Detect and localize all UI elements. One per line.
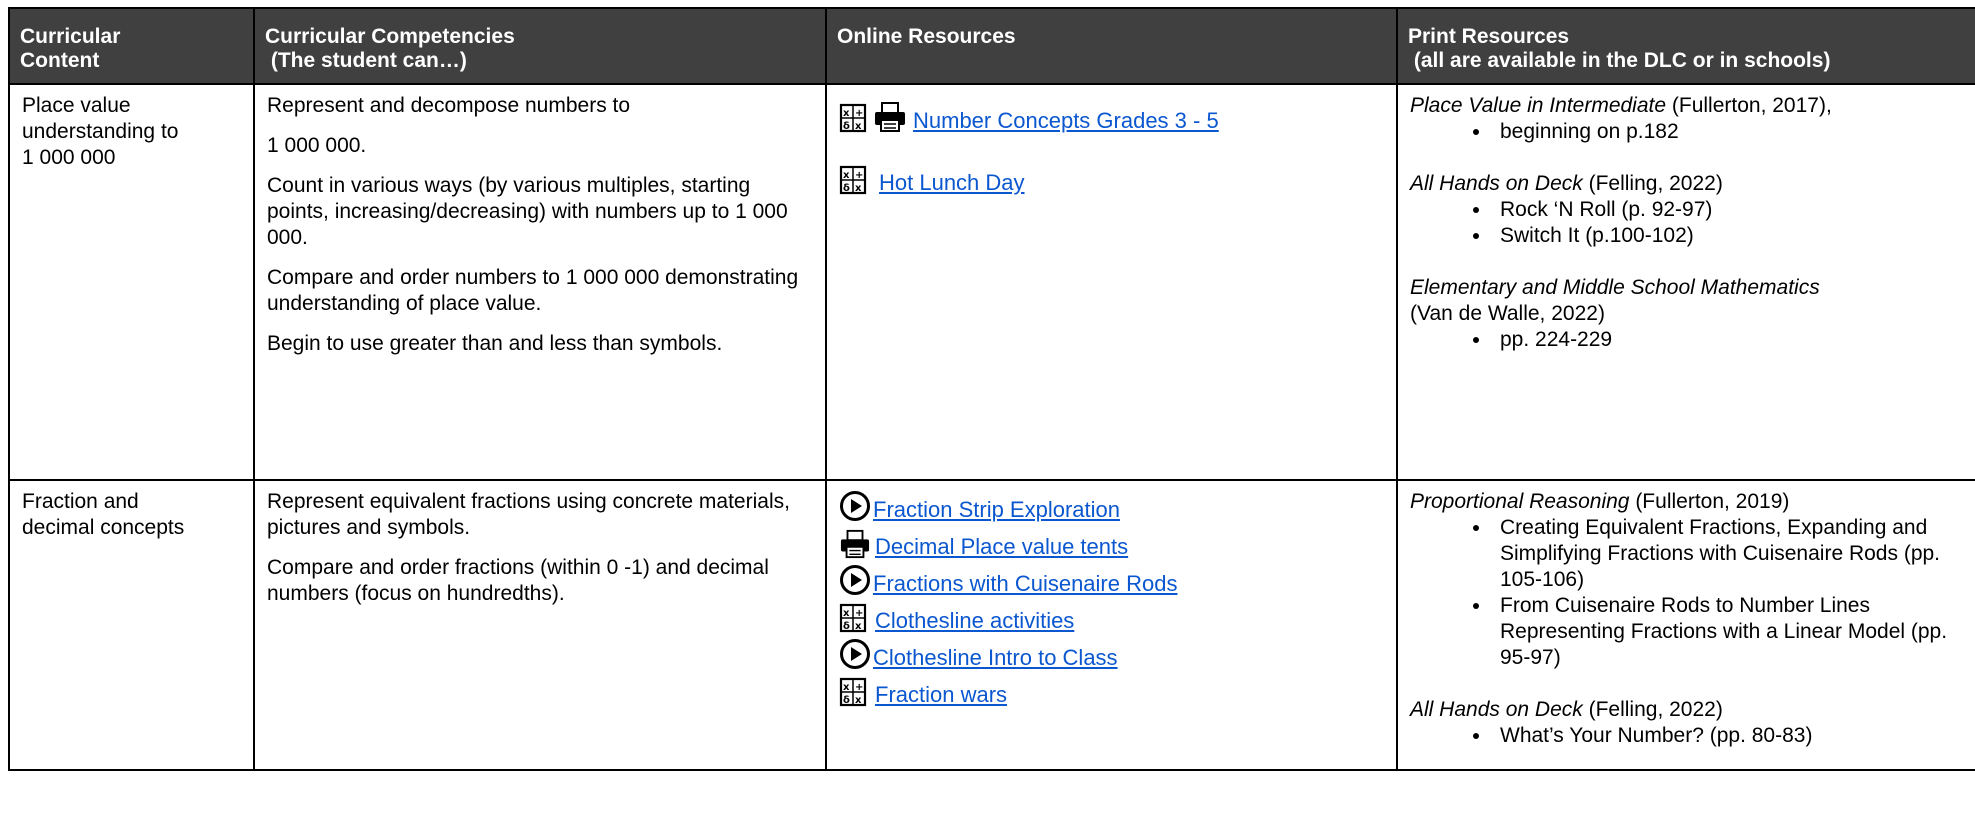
table-row: Fraction and decimal concepts Represent …	[8, 479, 1975, 771]
svg-text:x: x	[843, 682, 850, 693]
competencies-cell: Represent and decompose numbers to 1 000…	[253, 83, 827, 481]
competency-text: 1 000 000.	[267, 134, 367, 157]
competencies-cell: Represent equivalent fractions using con…	[253, 479, 827, 771]
play-video-icon	[840, 639, 870, 669]
header-curricular-competencies: Curricular Competencies (The student can…	[253, 7, 827, 85]
print-resource: Proportional Reasoning (Fullerton, 2019)…	[1410, 489, 1965, 671]
svg-text:+: +	[855, 682, 863, 693]
svg-text:δ: δ	[843, 621, 850, 632]
header-row: Curricular Content Curricular Competenci…	[8, 7, 1975, 85]
book-title: All Hands on Deck	[1410, 172, 1583, 195]
svg-text:δ: δ	[843, 695, 850, 706]
content-cell: Fraction and decimal concepts	[8, 479, 255, 771]
resource-link-decimal-tents[interactable]: Decimal Place value tents	[875, 535, 1128, 559]
book-citation: (Van de Walle, 2022)	[1410, 302, 1605, 325]
resource-item: x + δ x Clothesline activities	[839, 600, 1386, 633]
svg-text:δ: δ	[843, 121, 850, 132]
print-resource: Elementary and Middle School Mathematics…	[1410, 275, 1965, 353]
svg-text:+: +	[855, 608, 863, 619]
print-resource: All Hands on Deck (Felling, 2022) Rock ‘…	[1410, 171, 1965, 249]
book-title: Elementary and Middle School Mathematics	[1410, 276, 1820, 299]
curriculum-table: Curricular Content Curricular Competenci…	[8, 7, 1975, 771]
play-video-icon	[840, 491, 870, 521]
resource-link-fraction-strip[interactable]: Fraction Strip Exploration	[873, 498, 1120, 522]
online-resources-cell: x + δ x Number Concepts Grades 3 - 5 x +…	[825, 83, 1398, 481]
online-resources-cell: Fraction Strip Exploration Decimal Place…	[825, 479, 1398, 771]
table-row: Place value understanding to 1 000 000 R…	[8, 83, 1975, 481]
list-item: Creating Equivalent Fractions, Expanding…	[1492, 515, 1965, 593]
book-title: All Hands on Deck	[1410, 698, 1583, 721]
print-resource: All Hands on Deck (Felling, 2022) What’s…	[1410, 697, 1965, 749]
list-item: What’s Your Number? (pp. 80-83)	[1492, 723, 1965, 749]
svg-text:x: x	[855, 121, 862, 132]
math-activity-icon: x + δ x	[839, 677, 867, 707]
resource-link-fraction-wars[interactable]: Fraction wars	[875, 683, 1007, 707]
print-resource: Place Value in Intermediate (Fullerton, …	[1410, 93, 1965, 145]
resource-link-cuisenaire-rods[interactable]: Fractions with Cuisenaire Rods	[873, 572, 1177, 596]
book-citation: (Felling, 2022)	[1582, 172, 1723, 195]
competency-text: Compare and order numbers to 1 000 000 d…	[267, 266, 799, 315]
svg-text:x: x	[843, 170, 850, 181]
resource-item: x + δ x Number Concepts Grades 3 - 5	[839, 97, 1386, 133]
svg-text:x: x	[855, 695, 862, 706]
svg-text:+: +	[855, 108, 863, 119]
competency-text: Represent equivalent fractions using con…	[267, 490, 790, 539]
print-resources-cell: Proportional Reasoning (Fullerton, 2019)…	[1396, 479, 1975, 771]
header-online-resources: Online Resources	[825, 7, 1398, 85]
svg-text:+: +	[855, 170, 863, 181]
math-activity-icon: x + δ x	[839, 165, 867, 195]
print-resources-cell: Place Value in Intermediate (Fullerton, …	[1396, 83, 1975, 481]
competency-text: Begin to use greater than and less than …	[267, 332, 723, 355]
math-activity-icon: x + δ x	[839, 603, 867, 633]
header-curricular-content: Curricular Content	[8, 7, 255, 85]
resource-item: Fraction Strip Exploration	[839, 489, 1386, 522]
book-title: Place Value in Intermediate	[1410, 94, 1667, 117]
list-item: pp. 224-229	[1492, 327, 1965, 353]
svg-text:x: x	[843, 608, 850, 619]
book-citation: (Fullerton, 2019)	[1629, 490, 1790, 513]
content-cell: Place value understanding to 1 000 000	[8, 83, 255, 481]
list-item: Rock ‘N Roll (p. 92-97)	[1492, 197, 1965, 223]
book-title: Proportional Reasoning	[1410, 490, 1630, 513]
list-item: Switch It (p.100-102)	[1492, 223, 1965, 249]
book-citation: (Felling, 2022)	[1582, 698, 1723, 721]
math-activity-icon: x + δ x	[839, 103, 867, 133]
resource-item: Clothesline Intro to Class	[839, 637, 1386, 670]
svg-text:x: x	[843, 108, 850, 119]
resource-item: x + δ x Hot Lunch Day	[839, 159, 1386, 195]
competency-text: Compare and order fractions (within 0 -1…	[267, 556, 769, 605]
resource-item: Fractions with Cuisenaire Rods	[839, 563, 1386, 596]
competency-text: Count in various ways (by various multip…	[267, 174, 788, 249]
resource-link-clothesline-intro[interactable]: Clothesline Intro to Class	[873, 646, 1118, 670]
svg-text:x: x	[855, 621, 862, 632]
printer-icon	[840, 529, 870, 559]
resource-link-clothesline-activities[interactable]: Clothesline activities	[875, 609, 1074, 633]
header-print-resources: Print Resources (all are available in th…	[1396, 7, 1975, 85]
list-item: From Cuisenaire Rods to Number Lines Rep…	[1492, 593, 1965, 671]
book-citation: (Fullerton, 2017),	[1666, 94, 1832, 117]
svg-text:δ: δ	[843, 183, 850, 194]
resource-item: Decimal Place value tents	[839, 526, 1386, 559]
resource-link-hot-lunch-day[interactable]: Hot Lunch Day	[879, 171, 1025, 195]
resource-link-number-concepts[interactable]: Number Concepts Grades 3 - 5	[913, 109, 1219, 133]
list-item: beginning on p.182	[1492, 119, 1965, 145]
resource-item: x + δ x Fraction wars	[839, 674, 1386, 707]
competency-text: Represent and decompose numbers to	[267, 94, 631, 117]
play-video-icon	[840, 565, 870, 595]
printer-icon	[875, 102, 905, 132]
svg-text:x: x	[855, 183, 862, 194]
